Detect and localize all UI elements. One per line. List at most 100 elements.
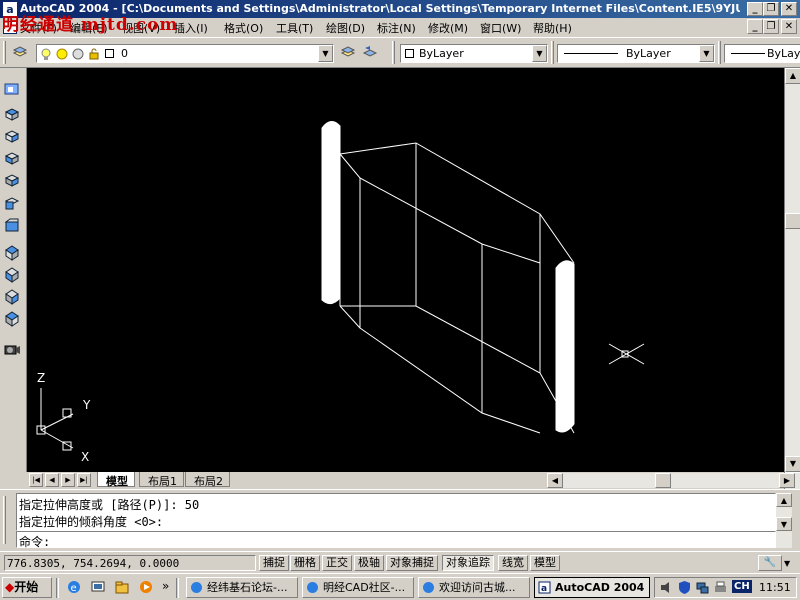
status-bar: 776.8305, 754.2694, 0.0000 捕捉 栅格 正交 极轴 对… — [0, 551, 800, 573]
volume-icon[interactable] — [659, 580, 674, 595]
otrack-toggle[interactable]: 对象追踪 — [442, 555, 494, 571]
ie-icon — [423, 582, 434, 593]
drawing-area[interactable]: Z Y X — [27, 68, 784, 472]
toolbar-grip[interactable] — [551, 41, 554, 64]
nw-isometric-icon[interactable] — [3, 310, 21, 328]
clock[interactable]: 11:51 — [759, 581, 791, 594]
doc-close-button[interactable]: ✕ — [781, 19, 797, 34]
status-menu-icon[interactable]: ▼ — [784, 558, 796, 570]
task-button-forum1[interactable]: 经纬基石论坛-... — [186, 577, 298, 598]
layer-dropdown[interactable]: 0 ▼ — [36, 44, 334, 63]
ie-icon[interactable]: e — [66, 579, 82, 595]
task-button-autocad[interactable]: a AutoCAD 2004 ... — [534, 577, 650, 598]
lock-icon — [89, 48, 99, 60]
toolbar-grip[interactable] — [718, 41, 721, 64]
sw-isometric-icon[interactable] — [3, 244, 21, 262]
camera-icon[interactable] — [3, 340, 21, 358]
doc-restore-button[interactable]: ❐ — [763, 19, 779, 34]
named-views-icon[interactable] — [3, 80, 21, 98]
lineweight-dropdown[interactable]: ByLay — [724, 44, 800, 63]
left-view-icon[interactable] — [3, 149, 21, 167]
ne-isometric-icon[interactable] — [3, 288, 21, 306]
shield-icon[interactable] — [677, 580, 692, 595]
scroll-thumb[interactable] — [785, 213, 800, 229]
start-button[interactable]: ◆开始 — [2, 577, 52, 598]
lineweight-preview — [731, 53, 765, 54]
explorer-icon[interactable] — [114, 579, 130, 595]
command-scrollbar[interactable]: ▲ ▼ — [776, 493, 792, 548]
scroll-up-button[interactable]: ▲ — [785, 68, 800, 84]
menu-modify[interactable]: 修改(M) — [428, 20, 468, 36]
quicklaunch-chevron[interactable]: » — [162, 579, 169, 593]
scroll-right-button[interactable]: ▶ — [779, 473, 795, 488]
prev-tab-button[interactable]: ◀ — [45, 473, 59, 487]
linetype-dropdown[interactable]: ByLayer ▼ — [557, 44, 715, 63]
command-window-grip[interactable] — [3, 496, 6, 544]
media-player-icon[interactable] — [138, 579, 154, 595]
scroll-up-button[interactable]: ▲ — [776, 493, 792, 507]
first-tab-button[interactable]: |◀ — [29, 473, 43, 487]
menu-dimension[interactable]: 标注(N) — [377, 20, 416, 36]
system-tray: CH 11:51 — [654, 577, 797, 598]
menu-window[interactable]: 窗口(W) — [480, 20, 521, 36]
top-view-icon[interactable] — [3, 105, 21, 123]
toolbar-grip[interactable] — [392, 41, 395, 64]
make-layer-current-icon[interactable] — [340, 44, 356, 60]
layer-color-swatch — [105, 49, 114, 58]
scroll-down-button[interactable]: ▼ — [776, 517, 792, 531]
layer-manager-icon[interactable] — [12, 44, 28, 60]
show-desktop-icon[interactable] — [90, 579, 106, 595]
network-icon[interactable] — [695, 580, 710, 595]
ucs-z-label: Z — [37, 371, 46, 385]
right-view-icon[interactable] — [3, 171, 21, 189]
last-tab-button[interactable]: ▶| — [77, 473, 91, 487]
printer-icon[interactable] — [713, 580, 728, 595]
scroll-down-button[interactable]: ▼ — [785, 456, 800, 472]
coordinate-display[interactable]: 776.8305, 754.2694, 0.0000 — [4, 555, 256, 571]
grid-toggle[interactable]: 栅格 — [290, 555, 320, 571]
toolbar-grip[interactable] — [3, 41, 6, 64]
command-history: 指定拉伸高度或 [路径(P)]: 50 指定拉伸的倾斜角度 <0>: — [16, 493, 776, 531]
osnap-toggle[interactable]: 对象捕捉 — [386, 555, 438, 571]
vertical-scrollbar[interactable]: ▲ ▼ — [784, 68, 800, 489]
snap-toggle[interactable]: 捕捉 — [259, 555, 289, 571]
tab-layout2[interactable]: 布局2 — [185, 472, 230, 488]
task-button-mjtd[interactable]: 明经CAD社区-... — [302, 577, 414, 598]
horizontal-scrollbar[interactable]: ◀ ▶ — [547, 473, 800, 488]
model-toggle[interactable]: 模型 — [530, 555, 560, 571]
lineweight-toggle[interactable]: 线宽 — [498, 555, 528, 571]
menu-format[interactable]: 格式(O) — [224, 20, 263, 36]
layer-previous-icon[interactable] — [362, 44, 378, 60]
chevron-down-icon[interactable]: ▼ — [532, 45, 547, 62]
next-tab-button[interactable]: ▶ — [61, 473, 75, 487]
command-line-input[interactable]: 命令: — [16, 531, 776, 549]
front-view-icon[interactable] — [3, 194, 21, 212]
ortho-toggle[interactable]: 正交 — [322, 555, 352, 571]
se-isometric-icon[interactable] — [3, 266, 21, 284]
ucs-y-label: Y — [83, 398, 91, 412]
hscroll-thumb[interactable] — [655, 473, 671, 488]
color-dropdown[interactable]: ByLayer ▼ — [400, 44, 548, 63]
close-button[interactable]: ✕ — [781, 2, 797, 16]
inner-profile-line — [339, 153, 541, 264]
extruded-solid-drawing — [36, 121, 645, 451]
chevron-down-icon[interactable]: ▼ — [699, 45, 714, 62]
maximize-button[interactable]: ❐ — [763, 2, 779, 16]
tab-model[interactable]: 模型 — [97, 472, 135, 488]
scroll-left-button[interactable]: ◀ — [547, 473, 563, 488]
ie-icon — [191, 582, 202, 593]
chevron-down-icon[interactable]: ▼ — [318, 45, 333, 62]
bottom-view-icon[interactable] — [3, 127, 21, 145]
doc-minimize-button[interactable]: _ — [747, 19, 763, 34]
menu-tools[interactable]: 工具(T) — [276, 20, 313, 36]
minimize-button[interactable]: _ — [747, 2, 763, 16]
tray-settings-icon[interactable]: 🔧 — [758, 555, 782, 571]
menu-draw[interactable]: 绘图(D) — [326, 20, 365, 36]
task-button-gucheng[interactable]: 欢迎访问古城... — [418, 577, 530, 598]
polar-toggle[interactable]: 极轴 — [354, 555, 384, 571]
language-indicator[interactable]: CH — [732, 580, 752, 593]
menu-help[interactable]: 帮助(H) — [533, 20, 572, 36]
menu-insert[interactable]: 插入(I) — [174, 20, 208, 36]
back-view-icon[interactable] — [3, 216, 21, 234]
tab-layout1[interactable]: 布局1 — [139, 472, 184, 488]
